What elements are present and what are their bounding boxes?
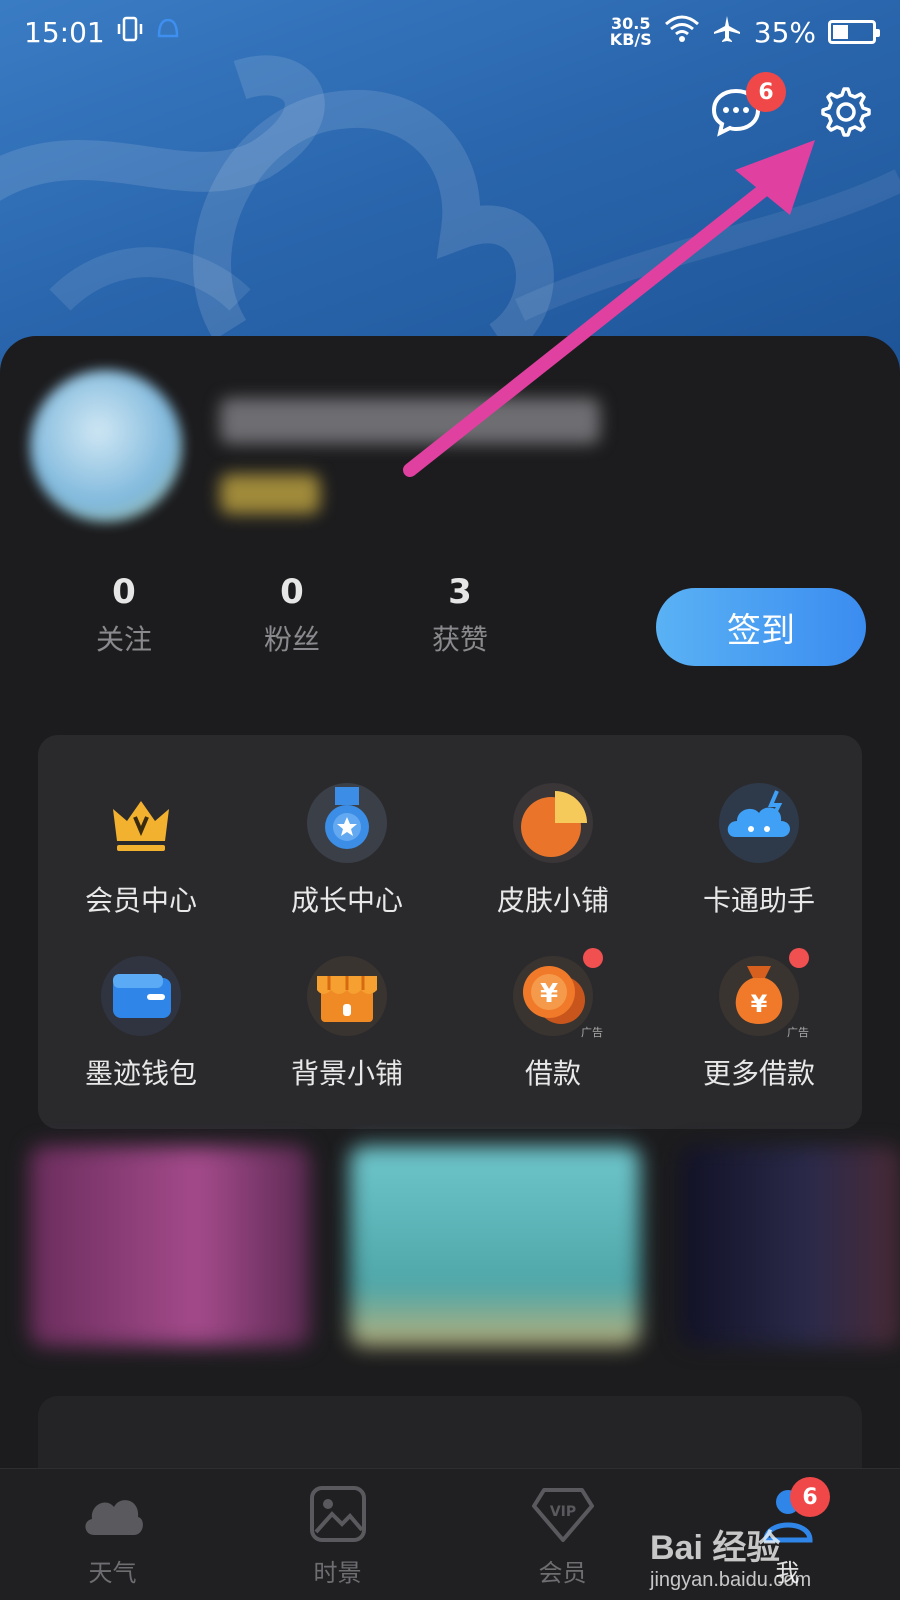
medal-icon: [305, 781, 389, 865]
avatar[interactable]: [30, 370, 182, 522]
promo-banners: [30, 1146, 900, 1356]
tab-weather[interactable]: 天气: [0, 1469, 225, 1600]
grid-item-loan[interactable]: ¥ 广告 借款: [450, 936, 656, 1109]
vibrate-icon: [115, 14, 145, 51]
battery-level: [833, 25, 848, 39]
network-speed: 30.5 KB/S: [609, 14, 652, 49]
profile-stats: 0 关注 0 粉丝 3 获赞: [40, 572, 544, 658]
crown-icon: [99, 781, 183, 865]
baidu-jingyan-watermark: Bai 经验 jingyan.baidu.com: [650, 1529, 812, 1591]
grid-item-more-loans[interactable]: ¥ 广告 更多借款: [656, 936, 862, 1109]
level-tag-blurred: [220, 474, 320, 514]
battery-icon: [828, 20, 880, 44]
battery-percent: 35%: [753, 15, 816, 49]
username-blurred: [220, 398, 600, 444]
notification-icon: [155, 14, 181, 51]
grid-item-growth-center[interactable]: 成长中心: [244, 763, 450, 936]
stat-fans[interactable]: 0 粉丝: [208, 572, 376, 658]
wallet-icon: [99, 954, 183, 1038]
grid-item-cartoon-assistant[interactable]: 卡通助手: [656, 763, 862, 936]
coin-icon: ¥ 广告: [511, 947, 603, 1039]
airplane-mode-icon: [712, 14, 742, 51]
tab-vip[interactable]: VIP 会员: [450, 1469, 675, 1600]
ad-label: 广告: [787, 1025, 809, 1039]
svg-text:¥: ¥: [751, 990, 768, 1018]
ad-label: 广告: [581, 1025, 603, 1039]
messages-badge: 6: [746, 72, 786, 112]
promo-banner-1[interactable]: [30, 1146, 310, 1346]
status-bar: 15:01 30.5 KB/S 35%: [0, 0, 900, 64]
pie-icon: [511, 781, 595, 865]
grid-item-vip-center[interactable]: 会员中心: [38, 763, 244, 936]
money-bag-icon: ¥ 广告: [717, 947, 809, 1039]
stat-following[interactable]: 0 关注: [40, 572, 208, 658]
settings-button[interactable]: [816, 84, 872, 140]
grid-item-skin-shop[interactable]: 皮肤小铺: [450, 763, 656, 936]
svg-text:¥: ¥: [540, 979, 558, 1009]
grid-item-background-shop[interactable]: 背景小铺: [244, 936, 450, 1109]
messages-button[interactable]: 6: [708, 72, 786, 140]
svg-text:VIP: VIP: [549, 1504, 575, 1520]
bottom-card: [38, 1396, 862, 1476]
checkin-button[interactable]: 签到: [656, 588, 866, 666]
promo-banner-2[interactable]: [350, 1146, 640, 1346]
feature-grid: 会员中心 成长中心 皮肤小铺 卡通助手 墨迹钱包 背景小铺 ¥ 广告 借款 ¥ …: [38, 735, 862, 1129]
loan-red-dot: [583, 947, 603, 968]
me-tab-badge: 6: [790, 1477, 830, 1517]
photo-icon: [305, 1481, 371, 1547]
profile-header[interactable]: [30, 370, 870, 540]
gear-icon: [821, 87, 871, 137]
status-time: 15:01: [24, 15, 105, 49]
vip-diamond-icon: VIP: [530, 1481, 596, 1547]
promo-banner-3[interactable]: [680, 1146, 900, 1346]
more-loans-red-dot: [789, 947, 809, 968]
profile-panel: 0 关注 0 粉丝 3 获赞 签到 会员中心 成长中心 皮肤小铺 卡通助手 墨迹…: [0, 336, 900, 1476]
cloud-icon: [80, 1481, 146, 1547]
shop-icon: [305, 954, 389, 1038]
grid-item-wallet[interactable]: 墨迹钱包: [38, 936, 244, 1109]
stat-likes[interactable]: 3 获赞: [376, 572, 544, 658]
tab-scenery[interactable]: 时景: [225, 1469, 450, 1600]
wifi-icon: [664, 14, 700, 51]
cartoon-cloud-icon: [717, 781, 801, 865]
